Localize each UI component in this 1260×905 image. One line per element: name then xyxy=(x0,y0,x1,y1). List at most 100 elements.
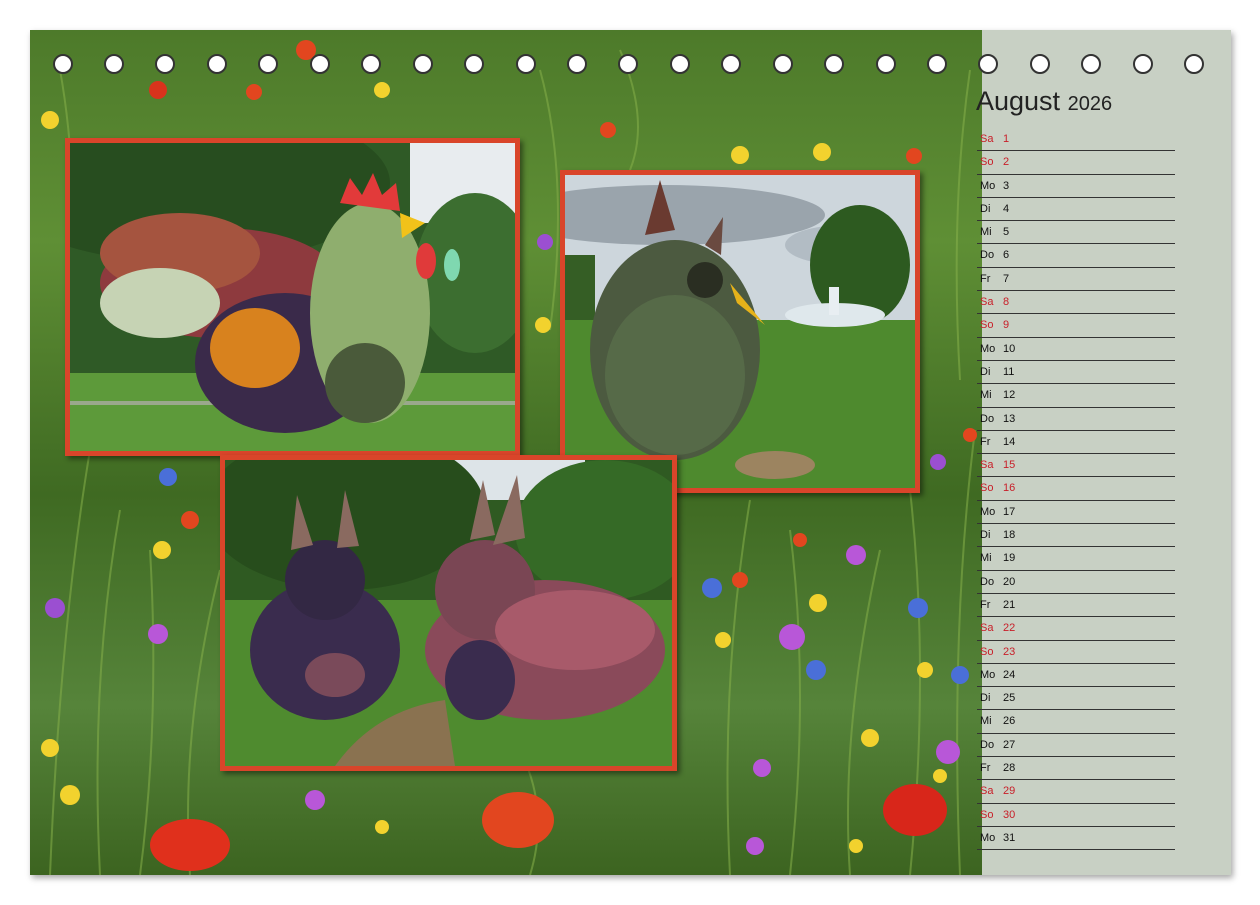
weekday-abbr: Do xyxy=(980,738,995,751)
weekday-abbr: Mo xyxy=(980,668,996,681)
day-row: Di 4 xyxy=(977,198,1175,222)
day-row: So 23 xyxy=(977,641,1175,664)
day-number: 26 xyxy=(1003,715,1016,728)
day-number: 9 xyxy=(1003,319,1010,332)
day-number: 10 xyxy=(1003,342,1016,355)
day-number: 18 xyxy=(1003,529,1016,542)
weekday-abbr: Sa xyxy=(980,622,994,635)
day-number: 1 xyxy=(1003,133,1010,145)
day-row: Mi 19 xyxy=(977,547,1175,571)
binding-ring xyxy=(978,54,998,74)
day-number: 12 xyxy=(1003,389,1016,402)
day-number: 21 xyxy=(1003,598,1016,611)
day-row: Mi 26 xyxy=(977,710,1175,734)
day-row: Mo 10 xyxy=(977,338,1175,361)
weekday-abbr: Di xyxy=(980,529,991,542)
day-row: Do 13 xyxy=(977,408,1175,431)
day-number: 22 xyxy=(1003,622,1016,635)
binding-ring xyxy=(1184,54,1204,74)
weekday-abbr: Do xyxy=(980,412,995,425)
weekday-abbr: Sa xyxy=(980,459,994,472)
binding-ring xyxy=(927,54,947,74)
weekday-abbr: Mi xyxy=(980,226,992,239)
weekday-abbr: So xyxy=(980,808,994,821)
binding-ring xyxy=(155,54,175,74)
binding-ring xyxy=(516,54,536,74)
binding-ring xyxy=(310,54,330,74)
day-number: 20 xyxy=(1003,575,1016,588)
day-number: 25 xyxy=(1003,692,1016,705)
day-number: 16 xyxy=(1003,482,1016,495)
day-number: 23 xyxy=(1003,645,1016,658)
binding-ring xyxy=(361,54,381,74)
day-number: 13 xyxy=(1003,412,1016,425)
weekday-abbr: Di xyxy=(980,365,991,378)
day-row: Mo 17 xyxy=(977,501,1175,525)
day-row: Mo 31 xyxy=(977,827,1175,851)
weekday-abbr: Mi xyxy=(980,552,992,565)
day-number: 4 xyxy=(1003,202,1010,215)
year: 2026 xyxy=(1067,93,1113,115)
photo-rooster-topiary xyxy=(65,138,520,456)
weekday-abbr: Fr xyxy=(980,272,991,285)
day-row: Fr 28 xyxy=(977,757,1175,781)
weekday-abbr: Fr xyxy=(980,598,991,611)
binding-ring xyxy=(618,54,638,74)
day-number: 17 xyxy=(1003,505,1016,518)
binding-ring xyxy=(567,54,587,74)
binding-ring xyxy=(53,54,73,74)
day-number: 2 xyxy=(1003,156,1010,169)
binding-ring xyxy=(413,54,433,74)
photo-bird-topiary xyxy=(560,170,920,493)
day-number: 6 xyxy=(1003,249,1010,262)
day-number: 11 xyxy=(1003,365,1015,378)
day-row: Di 18 xyxy=(977,524,1175,548)
day-number: 5 xyxy=(1003,226,1010,239)
day-row: Do 20 xyxy=(977,571,1175,594)
day-row: Di 11 xyxy=(977,361,1175,385)
day-row: Sa 1 xyxy=(977,128,1175,152)
weekday-abbr: Di xyxy=(980,692,991,705)
weekday-abbr: Mi xyxy=(980,389,992,402)
month-name: August xyxy=(976,86,1061,116)
weekday-abbr: Do xyxy=(980,249,995,262)
weekday-abbr: Mo xyxy=(980,342,996,355)
day-number: 24 xyxy=(1003,668,1016,681)
day-row: Do 27 xyxy=(977,734,1175,758)
binding-ring xyxy=(824,54,844,74)
binding-ring xyxy=(104,54,124,74)
day-row: Sa 15 xyxy=(977,454,1175,478)
weekday-abbr: Fr xyxy=(980,762,991,775)
binding-ring xyxy=(670,54,690,74)
day-number: 30 xyxy=(1003,808,1016,821)
weekday-abbr: Sa xyxy=(980,785,994,798)
day-row: Mi 5 xyxy=(977,221,1175,245)
day-row: Do 6 xyxy=(977,244,1175,268)
photo-rabbit-topiaries xyxy=(220,455,677,771)
day-row: Fr 14 xyxy=(977,431,1175,455)
day-number: 19 xyxy=(1003,552,1016,565)
weekday-abbr: Sa xyxy=(980,133,994,145)
weekday-abbr: So xyxy=(980,156,994,169)
day-row: Fr 21 xyxy=(977,594,1175,618)
day-row: Sa 22 xyxy=(977,617,1175,641)
day-number: 29 xyxy=(1003,785,1016,798)
binding-ring xyxy=(773,54,793,74)
binding-ring xyxy=(464,54,484,74)
weekday-abbr: Do xyxy=(980,575,995,588)
day-row: Mi 12 xyxy=(977,384,1175,408)
day-row: So 9 xyxy=(977,314,1175,338)
binding-ring xyxy=(1133,54,1153,74)
day-number: 15 xyxy=(1003,459,1016,472)
weekday-abbr: Fr xyxy=(980,435,991,448)
binding-ring xyxy=(258,54,278,74)
binding-ring xyxy=(207,54,227,74)
weekday-abbr: Mo xyxy=(980,505,996,518)
day-row: So 16 xyxy=(977,477,1175,501)
weekday-abbr: So xyxy=(980,482,994,495)
day-number: 28 xyxy=(1003,762,1016,775)
day-row: Di 25 xyxy=(977,687,1175,711)
weekday-abbr: Mo xyxy=(980,179,996,192)
day-row: Mo 3 xyxy=(977,175,1175,198)
weekday-abbr: Di xyxy=(980,202,991,215)
